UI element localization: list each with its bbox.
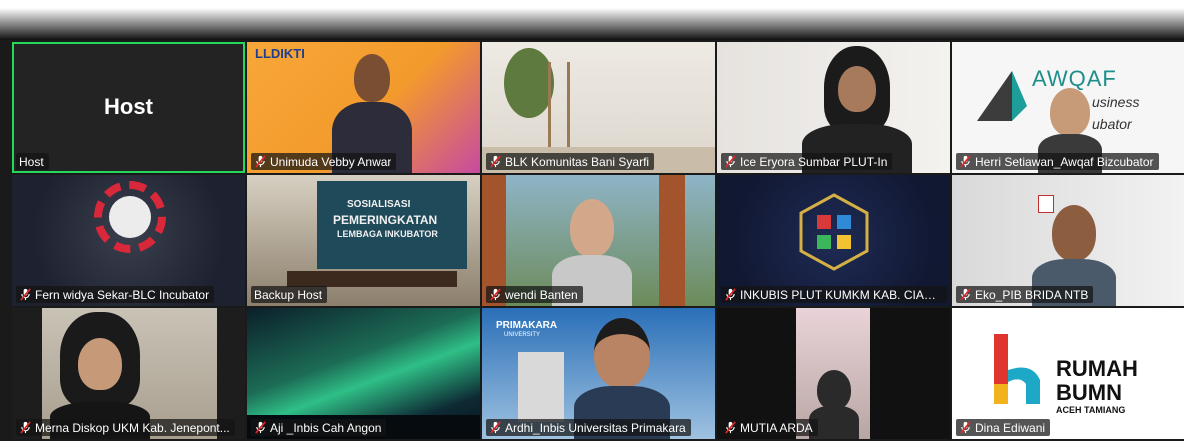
participant-name: Aji _Inbis Cah Angon xyxy=(270,420,382,435)
microphone-muted-icon xyxy=(960,288,971,301)
participant-name-tag: Aji _Inbis Cah Angon xyxy=(251,419,387,436)
microphone-muted-icon xyxy=(255,155,266,168)
microphone-muted-icon xyxy=(490,421,501,434)
primakara-subtitle: UNIVERSITY xyxy=(504,332,541,338)
participant-tile-host[interactable]: Host Host xyxy=(12,42,245,173)
participant-tile[interactable]: LLDIKTI Unimuda Vebby Anwar xyxy=(247,42,480,173)
microphone-muted-icon xyxy=(20,421,31,434)
awqaf-logo-icon xyxy=(977,71,1027,121)
lldikti-logo: LLDIKTI xyxy=(255,46,305,61)
microphone-muted-icon xyxy=(725,421,736,434)
participant-tile[interactable]: MUTIA ARDA xyxy=(717,308,950,439)
participant-tile[interactable]: wendi Banten xyxy=(482,175,715,306)
plant-decor xyxy=(504,48,554,118)
rumah-bumn-title: RUMAH xyxy=(1056,356,1138,381)
participant-name: Host xyxy=(19,154,44,169)
participant-name-tag: BLK Komunitas Bani Syarfi xyxy=(486,153,655,170)
zoom-gallery-view: Host Host LLDIKTI Unimuda Vebby Anwar BL… xyxy=(0,0,1184,441)
participant-tile[interactable]: PRIMAKARA UNIVERSITY Ardhi_Inbis Univers… xyxy=(482,308,715,439)
participant-name-tag: Eko_PIB BRIDA NTB xyxy=(956,286,1094,303)
participant-tile[interactable]: Eko_PIB BRIDA NTB xyxy=(952,175,1184,306)
rumah-bumn-logo-icon xyxy=(994,334,1040,404)
building-decor xyxy=(518,352,564,422)
participant-name: Fern widya Sekar-BLC Incubator xyxy=(35,287,210,302)
microphone-muted-icon xyxy=(490,288,501,301)
participant-name-tag: Fern widya Sekar-BLC Incubator xyxy=(16,286,215,303)
participant-name: Ardhi_Inbis Universitas Primakara xyxy=(505,420,686,435)
participant-tile[interactable]: INKUBIS PLUT KUMKM KAB. CIAN... xyxy=(717,175,950,306)
microphone-muted-icon xyxy=(20,288,31,301)
inkubis-emblem-icon xyxy=(799,193,869,271)
participant-name-tag: Merna Diskop UKM Kab. Jenepont... xyxy=(16,419,235,436)
participant-name-tag: Backup Host xyxy=(251,286,328,303)
participant-name-tag: MUTIA ARDA xyxy=(721,419,818,436)
participant-name-tag: Ardhi_Inbis Universitas Primakara xyxy=(486,419,691,436)
participant-tile[interactable]: AWQAF usiness ubator Herri Setiawan_Awqa… xyxy=(952,42,1184,173)
participant-name: Eko_PIB BRIDA NTB xyxy=(975,287,1089,302)
participant-name: Herri Setiawan_Awqaf Bizcubator xyxy=(975,154,1154,169)
blc-logo-core xyxy=(109,196,151,238)
banner-title: PEMERINGKATAN xyxy=(333,213,438,227)
microphone-muted-icon xyxy=(960,421,971,434)
participant-tile[interactable]: RUMAH BUMN ACEH TAMIANG Dina Ediwani xyxy=(952,308,1184,439)
microphone-muted-icon xyxy=(255,421,266,434)
participant-name-tag: INKUBIS PLUT KUMKM KAB. CIAN... xyxy=(721,286,947,303)
participant-name-tag: Host xyxy=(16,153,49,170)
participant-name: Ice Eryora Sumbar PLUT-In xyxy=(740,154,888,169)
participant-tile[interactable]: Fern widya Sekar-BLC Incubator xyxy=(12,175,245,306)
rumah-bumn-subtitle: ACEH TAMIANG xyxy=(1056,405,1126,415)
participant-grid: Host Host LLDIKTI Unimuda Vebby Anwar BL… xyxy=(12,42,1184,439)
banner-title: LEMBAGA INKUBATOR xyxy=(337,229,438,239)
participant-name: Backup Host xyxy=(254,287,323,302)
host-placeholder-text: Host xyxy=(104,94,153,119)
participant-name-tag: Ice Eryora Sumbar PLUT-In xyxy=(721,153,893,170)
participant-name-tag: Dina Ediwani xyxy=(956,419,1051,436)
window-top-bar xyxy=(0,0,1184,40)
primakara-logo: PRIMAKARA xyxy=(496,320,558,331)
microphone-muted-icon xyxy=(725,155,736,168)
participant-tile[interactable]: SOSIALISASI PEMERINGKATAN LEMBAGA INKUBA… xyxy=(247,175,480,306)
participant-name-tag: wendi Banten xyxy=(486,286,583,303)
participant-tile[interactable]: Ice Eryora Sumbar PLUT-In xyxy=(717,42,950,173)
participant-name: wendi Banten xyxy=(505,287,578,302)
participant-name-tag: Herri Setiawan_Awqaf Bizcubator xyxy=(956,153,1159,170)
microphone-muted-icon xyxy=(490,155,501,168)
participant-name: MUTIA ARDA xyxy=(740,420,813,435)
participant-name: INKUBIS PLUT KUMKM KAB. CIAN... xyxy=(740,287,942,302)
curtain-right xyxy=(659,175,685,306)
stage-table xyxy=(287,271,457,287)
participant-name: Merna Diskop UKM Kab. Jenepont... xyxy=(35,420,230,435)
participant-tile[interactable]: Aji _Inbis Cah Angon xyxy=(247,308,480,439)
participant-name: Unimuda Vebby Anwar xyxy=(270,154,392,169)
participant-name: BLK Komunitas Bani Syarfi xyxy=(505,154,650,169)
microphone-muted-icon xyxy=(725,288,736,301)
participant-tile[interactable]: Merna Diskop UKM Kab. Jenepont... xyxy=(12,308,245,439)
ladder-decor xyxy=(548,62,570,152)
participant-name-tag: Unimuda Vebby Anwar xyxy=(251,153,397,170)
participant-tile[interactable]: BLK Komunitas Bani Syarfi xyxy=(482,42,715,173)
banner-title: SOSIALISASI xyxy=(347,199,411,210)
rumah-bumn-title: BUMN xyxy=(1056,380,1122,405)
microphone-muted-icon xyxy=(960,155,971,168)
participant-name: Dina Ediwani xyxy=(975,420,1046,435)
